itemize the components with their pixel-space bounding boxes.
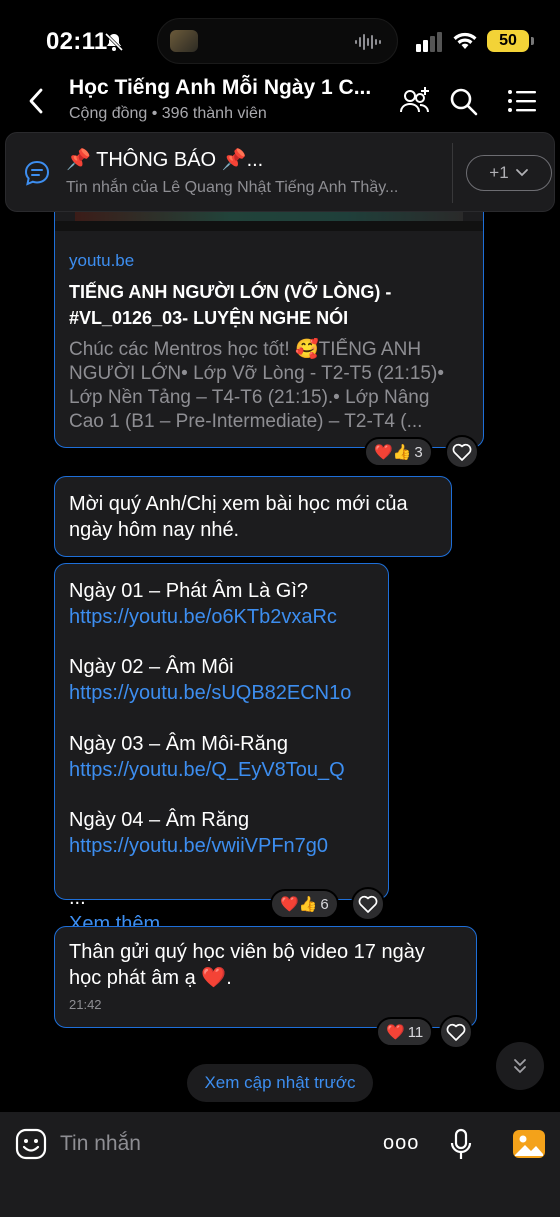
reaction-emojis: ❤️👍 bbox=[374, 444, 412, 461]
menu-list-icon[interactable] bbox=[505, 84, 539, 118]
chat-bubble-icon bbox=[24, 160, 50, 186]
add-member-icon[interactable] bbox=[398, 84, 432, 118]
chat-title[interactable]: Học Tiếng Anh Mỗi Ngày 1 C... bbox=[69, 76, 371, 100]
pinned-count: +1 bbox=[489, 163, 509, 182]
react-heart-button[interactable] bbox=[351, 887, 385, 921]
reaction-emojis: ❤️ bbox=[386, 1024, 405, 1041]
pinned-count-button[interactable]: +1 bbox=[466, 155, 552, 191]
battery-level: 50 bbox=[487, 30, 529, 52]
more-options-icon[interactable]: ooo bbox=[383, 1132, 419, 1155]
lesson-item: Ngày 01 – Phát Âm Là Gì? https://youtu.b… bbox=[69, 578, 374, 654]
reaction-count: 6 bbox=[320, 895, 329, 913]
audio-waveform-icon bbox=[355, 34, 381, 50]
video-thumbnail-bar bbox=[55, 221, 483, 231]
lesson-title: Ngày 01 – Phát Âm Là Gì? bbox=[69, 580, 309, 602]
status-time: 02:11 bbox=[46, 28, 108, 55]
reaction-emojis: ❤️👍 bbox=[280, 896, 318, 913]
dynamic-island bbox=[157, 18, 398, 64]
double-chevron-down-icon bbox=[514, 1059, 526, 1074]
message-bubble-invite[interactable]: Mời quý Anh/Chị xem bài học mới của ngày… bbox=[54, 476, 452, 557]
see-older-updates-button[interactable]: Xem cập nhật trước bbox=[187, 1064, 373, 1102]
message-bubble-lessons[interactable]: Ngày 01 – Phát Âm Là Gì? https://youtu.b… bbox=[54, 563, 389, 935]
reaction-count: 11 bbox=[407, 1023, 424, 1041]
microphone-icon[interactable] bbox=[449, 1128, 473, 1162]
react-heart-button[interactable] bbox=[439, 1015, 473, 1049]
ellipsis: ... bbox=[69, 887, 86, 909]
pinned-subtitle: Tin nhắn của Lê Quang Nhật Tiếng Anh Thầ… bbox=[66, 179, 399, 196]
status-bar: 02:11 50 bbox=[0, 0, 560, 70]
lesson-item: Ngày 02 – Âm Môi https://youtu.be/sUQB82… bbox=[69, 654, 374, 731]
lesson-title: Ngày 04 – Âm Răng bbox=[69, 809, 250, 831]
pinned-message-banner[interactable]: 📌 THÔNG BÁO 📌... Tin nhắn của Lê Quang N… bbox=[5, 132, 555, 212]
lesson-link[interactable]: https://youtu.be/o6KTb2vxaRc bbox=[69, 604, 374, 630]
link-domain[interactable]: youtu.be bbox=[69, 251, 134, 271]
link-description: Chúc các Mentros học tốt! 🥰TIẾNG ANH NGƯ… bbox=[69, 339, 444, 432]
reaction-count: 3 bbox=[414, 443, 423, 461]
message-text: Mời quý Anh/Chị xem bài học mới của ngày… bbox=[69, 493, 408, 541]
lesson-link[interactable]: https://youtu.be/vwiiVPFn7g0 bbox=[69, 833, 374, 859]
now-playing-artwork bbox=[170, 30, 198, 52]
lesson-title: Ngày 02 – Âm Môi bbox=[69, 656, 234, 678]
lesson-link[interactable]: https://youtu.be/sUQB82ECN1o bbox=[69, 680, 374, 706]
chat-header: Học Tiếng Anh Mỗi Ngày 1 C... Cộng đồng … bbox=[0, 70, 560, 132]
reaction-summary[interactable]: ❤️👍 3 bbox=[364, 437, 433, 467]
pinned-divider bbox=[452, 143, 453, 203]
heart-outline-icon bbox=[452, 443, 472, 461]
emoji-sticker-icon[interactable] bbox=[15, 1128, 47, 1160]
message-input[interactable]: Tin nhắn bbox=[60, 1132, 141, 1156]
lesson-title: Ngày 03 – Âm Môi-Răng bbox=[69, 733, 288, 755]
back-chevron-icon[interactable] bbox=[22, 86, 52, 116]
photo-gallery-icon[interactable] bbox=[512, 1128, 546, 1160]
message-input-bar: Tin nhắn ooo bbox=[0, 1112, 560, 1217]
message-time: 21:42 bbox=[69, 997, 102, 1012]
link-title[interactable]: TIẾNG ANH NGƯỜI LỚN (VỠ LÒNG) - #VL_0126… bbox=[69, 279, 469, 331]
react-heart-button[interactable] bbox=[445, 435, 479, 469]
message-bubble-thanks[interactable]: Thân gửi quý học viên bộ video 17 ngày h… bbox=[54, 926, 477, 1028]
link-preview-message[interactable]: youtu.be TIẾNG ANH NGƯỜI LỚN (VỠ LÒNG) -… bbox=[54, 190, 484, 448]
chat-subtitle: Cộng đồng • 396 thành viên bbox=[69, 105, 267, 122]
cellular-signal-icon bbox=[416, 32, 442, 52]
lesson-link[interactable]: https://youtu.be/Q_EyV8Tou_Q bbox=[69, 757, 374, 783]
lesson-item: Ngày 04 – Âm Răng https://youtu.be/vwiiV… bbox=[69, 807, 374, 859]
scroll-to-bottom-button[interactable] bbox=[496, 1042, 544, 1090]
heart-outline-icon bbox=[358, 895, 378, 913]
reaction-summary[interactable]: ❤️ 11 bbox=[376, 1017, 434, 1047]
message-text: Thân gửi quý học viên bộ video 17 ngày h… bbox=[69, 941, 425, 989]
lesson-item: Ngày 03 – Âm Môi-Răng https://youtu.be/Q… bbox=[69, 731, 374, 807]
bell-off-icon bbox=[104, 32, 124, 52]
pinned-title: 📌 THÔNG BÁO 📌... bbox=[66, 149, 264, 171]
battery-tip bbox=[531, 37, 534, 45]
search-icon[interactable] bbox=[446, 84, 480, 118]
reaction-summary[interactable]: ❤️👍 6 bbox=[270, 889, 339, 919]
heart-outline-icon bbox=[446, 1023, 466, 1041]
wifi-icon bbox=[453, 32, 477, 49]
chevron-down-icon bbox=[515, 169, 528, 177]
